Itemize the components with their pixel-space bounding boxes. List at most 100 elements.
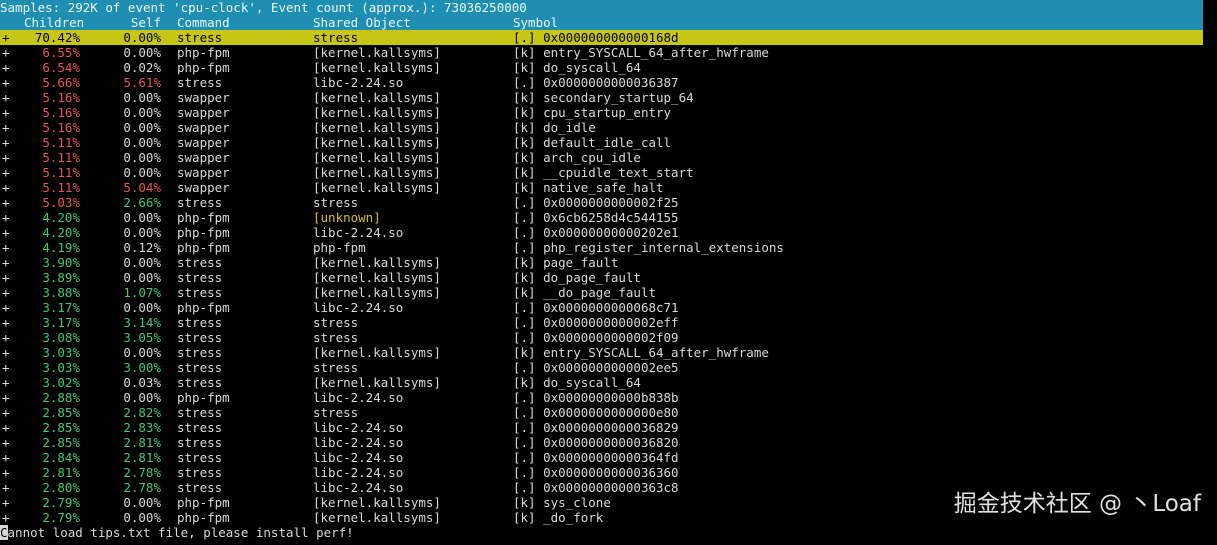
children-percent: 3.03% [42,345,80,360]
symbol-cell: [k] default_idle_call [513,135,671,150]
self-percent: 0.00% [123,255,161,270]
expand-toggle[interactable]: + [2,345,10,360]
expand-toggle[interactable]: + [2,75,10,90]
expand-toggle[interactable]: + [2,480,10,495]
table-row[interactable]: +5.03% 2.66% stress stress [.] 0x00000000000… [0,195,1203,210]
table-row[interactable]: +3.08% 3.05% stress stress [.] 0x00000000000… [0,330,1203,345]
table-row[interactable]: +5.11% 0.00% swapper [kernel.kallsyms] [k] a… [0,150,1203,165]
column-command[interactable]: Command [177,15,230,30]
table-row[interactable]: +2.81% 2.78% stress libc-2.24.so [.] 0x00000… [0,465,1203,480]
expand-toggle[interactable]: + [2,405,10,420]
self-percent: 2.78% [123,480,161,495]
expand-toggle[interactable]: + [2,90,10,105]
symbol-name: 0x0000000000002eff [543,315,679,330]
expand-toggle[interactable]: + [2,210,10,225]
column-self[interactable]: Self [80,15,161,30]
table-row[interactable]: +3.02% 0.03% stress [kernel.kallsyms] [k] do… [0,375,1203,390]
scrollbar[interactable] [1204,30,1215,525]
children-percent: 2.79% [42,510,80,525]
symbol-cell: [k] secondary_startup_64 [513,90,694,105]
expand-toggle[interactable]: + [2,435,10,450]
table-row[interactable]: +5.11% 5.04% swapper [kernel.kallsyms] [k] n… [0,180,1203,195]
expand-toggle[interactable]: + [2,195,10,210]
table-row[interactable]: +3.17% 3.14% stress stress [.] 0x00000000000… [0,315,1203,330]
expand-toggle[interactable]: + [2,300,10,315]
symbol-cell: [k] native_safe_halt [513,180,664,195]
watermark: 掘金技术社区 @ 丶Loaf [953,491,1201,517]
expand-toggle[interactable]: + [2,225,10,240]
symbol-cell: [k] __do_page_fault [513,285,656,300]
expand-toggle[interactable]: + [2,165,10,180]
table-row[interactable]: +5.16% 0.00% swapper [kernel.kallsyms] [k] d… [0,120,1203,135]
column-children[interactable]: Children [24,15,84,30]
table-row[interactable]: +3.89% 0.00% stress [kernel.kallsyms] [k] do… [0,270,1203,285]
table-row[interactable]: +70.42% 0.00% stress stress [.] 0x0000000000… [0,30,1203,45]
expand-toggle[interactable]: + [2,495,10,510]
table-row[interactable]: +4.20% 0.00% php-fpm libc-2.24.so [.] 0x0000… [0,225,1203,240]
self-percent: 2.82% [123,405,161,420]
expand-toggle[interactable]: + [2,375,10,390]
command-cell: php-fpm [177,510,230,525]
expand-toggle[interactable]: + [2,270,10,285]
expand-toggle[interactable]: + [2,105,10,120]
symbol-type: [.] [513,405,536,420]
symbol-type: [.] [513,450,536,465]
table-row[interactable]: +3.17% 0.00% php-fpm libc-2.24.so [.] 0x0000… [0,300,1203,315]
expand-toggle[interactable]: + [2,240,10,255]
table-row[interactable]: +5.11% 0.00% swapper [kernel.kallsyms] [k] _… [0,165,1203,180]
table-row[interactable]: +6.55% 0.00% php-fpm [kernel.kallsyms] [k] e… [0,45,1203,60]
expand-toggle[interactable]: + [2,180,10,195]
symbol-cell: [k] entry_SYSCALL_64_after_hwframe [513,345,769,360]
command-cell: stress [177,255,223,270]
table-row[interactable]: +5.11% 0.00% swapper [kernel.kallsyms] [k] d… [0,135,1203,150]
table-row[interactable]: +2.85% 2.83% stress libc-2.24.so [.] 0x00000… [0,420,1203,435]
expand-toggle[interactable]: + [2,420,10,435]
expand-toggle[interactable]: + [2,330,10,345]
command-cell: stress [177,465,223,480]
self-percent: 5.61% [123,75,161,90]
expand-toggle[interactable]: + [2,285,10,300]
table-row[interactable]: +5.16% 0.00% swapper [kernel.kallsyms] [k] s… [0,90,1203,105]
table-row[interactable]: +3.03% 3.00% stress stress [.] 0x00000000000… [0,360,1203,375]
expand-toggle[interactable]: + [2,510,10,525]
expand-toggle[interactable]: + [2,30,10,45]
table-row[interactable]: +3.88% 1.07% stress [kernel.kallsyms] [k] __… [0,285,1203,300]
table-row[interactable]: +4.20% 0.00% php-fpm [unknown] [.] 0x6cb6258… [0,210,1203,225]
self-percent: 0.00% [123,390,161,405]
column-shared-object[interactable]: Shared Object [313,15,411,30]
expand-toggle[interactable]: + [2,150,10,165]
expand-toggle[interactable]: + [2,465,10,480]
table-row[interactable]: +5.66% 5.61% stress libc-2.24.so [.] 0x00000… [0,75,1203,90]
expand-toggle[interactable]: + [2,120,10,135]
expand-toggle[interactable]: + [2,60,10,75]
shared-object-cell: [kernel.kallsyms] [313,495,441,510]
shared-object-cell: libc-2.24.so [313,480,404,495]
self-percent: 0.00% [123,90,161,105]
expand-toggle[interactable]: + [2,360,10,375]
expand-toggle[interactable]: + [2,135,10,150]
expand-toggle[interactable]: + [2,450,10,465]
column-symbol[interactable]: Symbol [513,15,558,30]
table-row[interactable]: +2.85% 2.82% stress stress [.] 0x00000000000… [0,405,1203,420]
table-row[interactable]: +4.19% 0.12% php-fpm php-fpm [.] php_registe… [0,240,1203,255]
table-row[interactable]: +3.90% 0.00% stress [kernel.kallsyms] [k] pa… [0,255,1203,270]
expand-toggle[interactable]: + [2,315,10,330]
shared-object-cell: [kernel.kallsyms] [313,165,441,180]
shared-object-cell: libc-2.24.so [313,75,404,90]
table-row[interactable]: +6.54% 0.02% php-fpm [kernel.kallsyms] [k] d… [0,60,1203,75]
table-row[interactable]: +3.03% 0.00% stress [kernel.kallsyms] [k] en… [0,345,1203,360]
symbol-name: default_idle_call [543,135,672,150]
symbol-name: 0x0000000000036820 [543,435,679,450]
symbol-cell: [k] _do_fork [513,510,603,525]
expand-toggle[interactable]: + [2,255,10,270]
expand-toggle[interactable]: + [2,390,10,405]
symbol-cell: [k] do_syscall_64 [513,375,641,390]
table-row[interactable]: +2.84% 2.81% stress libc-2.24.so [.] 0x00000… [0,450,1203,465]
children-percent: 2.85% [42,420,80,435]
symbol-name: sys_clone [543,495,611,510]
table-row[interactable]: +2.85% 2.81% stress libc-2.24.so [.] 0x00000… [0,435,1203,450]
table-row[interactable]: +5.16% 0.00% swapper [kernel.kallsyms] [k] c… [0,105,1203,120]
table-row[interactable]: +2.88% 0.00% php-fpm libc-2.24.so [.] 0x0000… [0,390,1203,405]
symbol-cell: [.] 0x0000000000002eff [513,315,679,330]
expand-toggle[interactable]: + [2,45,10,60]
